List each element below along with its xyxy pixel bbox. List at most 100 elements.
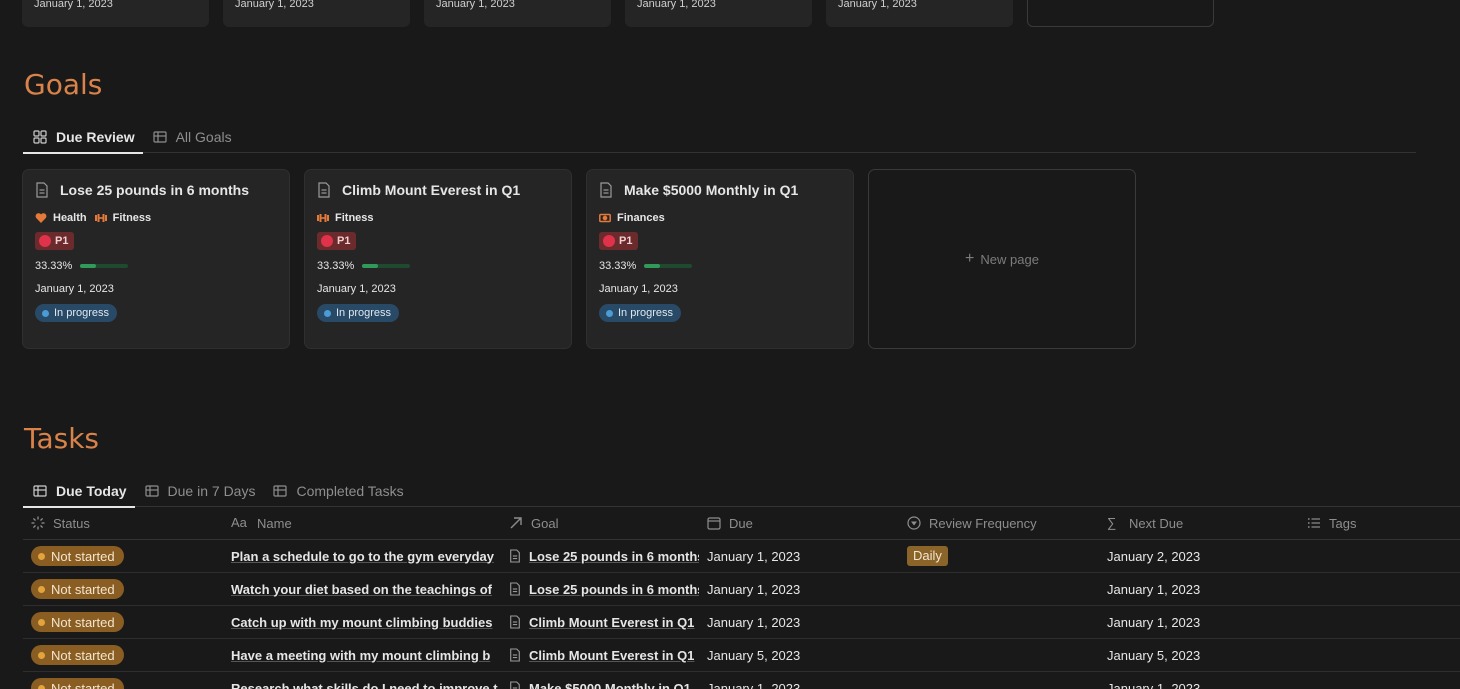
- goal-cell[interactable]: Lose 25 pounds in 6 months: [501, 582, 699, 597]
- frequency-cell[interactable]: Daily: [899, 546, 1099, 566]
- table-row[interactable]: Not started Have a meeting with my mount…: [23, 639, 1460, 672]
- status-dot: [42, 309, 49, 317]
- tasks-title: Tasks: [24, 422, 100, 455]
- tag-label: Health: [53, 212, 87, 224]
- money-icon: [599, 213, 611, 223]
- select-icon: [907, 516, 921, 530]
- status-icon: [31, 516, 45, 530]
- top-card[interactable]: January 1, 2023: [625, 0, 812, 27]
- goal-link: Make $5000 Monthly in Q1: [529, 680, 691, 689]
- text-icon: Aa: [231, 515, 247, 530]
- card-date: January 1, 2023: [637, 0, 716, 10]
- goal-cell[interactable]: Climb Mount Everest in Q1: [501, 615, 699, 630]
- next-due-cell[interactable]: January 2, 2023: [1099, 549, 1299, 564]
- column-header-next-due[interactable]: ∑ Next Due: [1099, 516, 1299, 531]
- status-badge: Not started: [31, 579, 124, 599]
- column-header-name[interactable]: Aa Name: [223, 516, 501, 531]
- goal-link: Lose 25 pounds in 6 months: [529, 581, 699, 597]
- due-cell[interactable]: January 1, 2023: [699, 549, 899, 564]
- next-due-cell[interactable]: January 5, 2023: [1099, 648, 1299, 663]
- tab-label: All Goals: [175, 129, 232, 145]
- table-icon: [144, 485, 159, 497]
- goal-card[interactable]: Make $5000 Monthly in Q1 Finances P1 33.…: [586, 169, 854, 349]
- top-card[interactable]: January 1, 2023: [223, 0, 410, 27]
- status-cell[interactable]: Not started: [23, 645, 223, 665]
- tag: Fitness: [317, 212, 374, 224]
- priority-dot: [39, 235, 51, 247]
- column-label: Review Frequency: [929, 515, 1037, 531]
- top-card[interactable]: January 1, 2023: [22, 0, 209, 27]
- dumbbell-icon: [94, 214, 107, 222]
- tab-label: Due Today: [56, 483, 127, 499]
- tab-due-in-7-days[interactable]: Due in 7 Days: [135, 475, 264, 507]
- goal-card[interactable]: Lose 25 pounds in 6 months Health Fitnes…: [22, 169, 290, 349]
- page: January 1, 2023 January 1, 2023 January …: [0, 0, 1460, 689]
- goal-card[interactable]: Climb Mount Everest in Q1 Fitness P1 33.…: [304, 169, 572, 349]
- new-page-button[interactable]: + New page: [868, 169, 1136, 349]
- card-title: Make $5000 Monthly in Q1: [599, 182, 841, 198]
- progress-label: 33.33%: [35, 260, 73, 272]
- name-cell[interactable]: Watch your diet based on the teachings o…: [223, 582, 501, 597]
- column-header-review-frequency[interactable]: Review Frequency: [899, 516, 1099, 531]
- column-header-status[interactable]: Status: [23, 516, 223, 531]
- status-dot: [38, 618, 45, 626]
- goal-cell[interactable]: Climb Mount Everest in Q1: [501, 648, 699, 663]
- status-cell[interactable]: Not started: [23, 546, 223, 566]
- name-cell[interactable]: Plan a schedule to go to the gym everyda…: [223, 549, 501, 564]
- gallery-icon: [33, 130, 47, 144]
- goals-title: Goals: [24, 68, 103, 101]
- top-card[interactable]: January 1, 2023: [424, 0, 611, 27]
- table-row[interactable]: Not started Plan a schedule to go to the…: [23, 540, 1460, 573]
- status-cell[interactable]: Not started: [23, 612, 223, 632]
- next-due-cell[interactable]: January 1, 2023: [1099, 681, 1299, 689]
- goal-cell[interactable]: Lose 25 pounds in 6 months: [501, 549, 699, 564]
- formula-icon: ∑: [1107, 515, 1117, 530]
- priority-badge: P1: [35, 232, 75, 250]
- due-cell[interactable]: January 1, 2023: [699, 615, 899, 630]
- name-cell[interactable]: Research what skills do I need to improv…: [223, 681, 501, 689]
- card-title: Climb Mount Everest in Q1: [317, 182, 559, 198]
- status-badge: Not started: [31, 612, 124, 632]
- due-cell[interactable]: January 1, 2023: [699, 681, 899, 689]
- status-label: In progress: [336, 307, 392, 319]
- card-title-text: Lose 25 pounds in 6 months: [60, 182, 250, 198]
- status-dot: [606, 309, 613, 317]
- status-cell[interactable]: Not started: [23, 579, 223, 599]
- column-header-due[interactable]: Due: [699, 516, 899, 531]
- table-row[interactable]: Not started Watch your diet based on the…: [23, 573, 1460, 606]
- progress-bar: [644, 264, 693, 268]
- column-header-tags[interactable]: Tags: [1299, 516, 1459, 531]
- due-cell[interactable]: January 1, 2023: [699, 582, 899, 597]
- dumbbell-icon: [317, 214, 329, 222]
- document-icon: [510, 648, 520, 662]
- progress-label: 33.33%: [317, 260, 355, 272]
- tab-all-goals[interactable]: All Goals: [143, 121, 240, 153]
- status-label: Not started: [51, 647, 115, 663]
- column-header-goal[interactable]: Goal: [501, 516, 699, 531]
- next-due-cell[interactable]: January 1, 2023: [1099, 615, 1299, 630]
- table-row[interactable]: Not started Research what skills do I ne…: [23, 672, 1460, 689]
- name-cell[interactable]: Catch up with my mount climbing buddies: [223, 615, 501, 630]
- goal-cell[interactable]: Make $5000 Monthly in Q1: [501, 681, 699, 689]
- card-title: Lose 25 pounds in 6 months: [35, 182, 277, 198]
- tasks-table: Status Aa Name Goal Due Review Frequency…: [23, 507, 1460, 689]
- tab-label: Due in 7 Days: [167, 483, 256, 499]
- card-tags: Finances: [599, 212, 841, 224]
- top-card[interactable]: January 1, 2023: [826, 0, 1013, 27]
- status-badge: Not started: [31, 546, 124, 566]
- tab-completed-tasks[interactable]: Completed Tasks: [263, 475, 411, 507]
- table-row[interactable]: Not started Catch up with my mount climb…: [23, 606, 1460, 639]
- next-due-cell[interactable]: January 1, 2023: [1099, 582, 1299, 597]
- priority-label: P1: [337, 235, 351, 247]
- tab-due-review[interactable]: Due Review: [23, 121, 143, 154]
- priority-label: P1: [55, 235, 69, 247]
- document-icon: [600, 182, 612, 198]
- goal-gallery: Lose 25 pounds in 6 months Health Fitnes…: [22, 169, 1150, 349]
- status-label: Not started: [51, 581, 115, 597]
- status-cell[interactable]: Not started: [23, 678, 223, 689]
- name-cell[interactable]: Have a meeting with my mount climbing b: [223, 648, 501, 663]
- card-tags: Health Fitness: [35, 212, 277, 224]
- top-new-card[interactable]: [1027, 0, 1214, 27]
- tab-due-today[interactable]: Due Today: [23, 475, 135, 508]
- due-cell[interactable]: January 5, 2023: [699, 648, 899, 663]
